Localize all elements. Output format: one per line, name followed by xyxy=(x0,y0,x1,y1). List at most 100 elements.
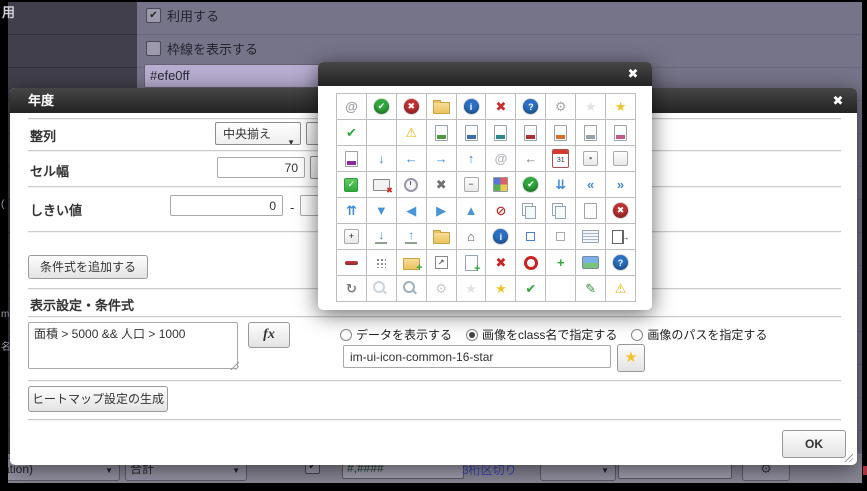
info-icon[interactable]: i xyxy=(457,94,486,119)
checkbox-on-icon[interactable]: ✓ xyxy=(337,172,366,197)
arrow-up-icon[interactable]: ↑ xyxy=(457,146,486,171)
square-blue-icon[interactable] xyxy=(516,224,545,249)
arrow-right-icon[interactable]: → xyxy=(427,146,456,171)
align-select[interactable]: 中央揃え▼ xyxy=(215,122,301,145)
radio-icon[interactable] xyxy=(340,329,352,341)
search-light-icon[interactable] xyxy=(367,276,396,301)
external-link-icon[interactable]: ↗ xyxy=(427,250,456,275)
upload-icon[interactable]: ↑ xyxy=(397,224,426,249)
button-empty-icon[interactable] xyxy=(606,146,635,171)
radio-icon[interactable] xyxy=(466,329,478,341)
grip-icon[interactable] xyxy=(367,250,396,275)
cell-width-input[interactable]: 70 xyxy=(217,157,305,178)
ok-button[interactable]: OK xyxy=(782,430,846,458)
close-grey-icon[interactable]: ✖ xyxy=(427,172,456,197)
generate-heatmap-button[interactable]: ヒートマップ設定の生成 xyxy=(28,386,168,412)
folder-icon[interactable] xyxy=(427,94,456,119)
double-up-icon[interactable]: ⇈ xyxy=(337,198,366,223)
doc-red-icon[interactable] xyxy=(516,120,545,145)
page-plus-icon[interactable] xyxy=(457,250,486,275)
condition-expression-textarea[interactable]: 面積 > 5000 && 人口 > 1000 xyxy=(28,322,238,369)
add-condition-button[interactable]: 条件式を追加する xyxy=(28,255,148,279)
info2-icon[interactable]: i xyxy=(486,224,515,249)
triangle-up-icon[interactable]: ▲ xyxy=(457,198,486,223)
arrow-left-grey-icon[interactable]: ← xyxy=(516,146,545,171)
plus-green-icon[interactable]: + xyxy=(546,250,575,275)
triangle-right-icon[interactable]: ▶ xyxy=(427,198,456,223)
close-icon[interactable]: ✖ xyxy=(829,92,847,110)
plus-button-icon[interactable]: + xyxy=(337,224,366,249)
checkbox-checked-icon[interactable]: ✔ xyxy=(146,8,161,23)
doc-blue-icon[interactable] xyxy=(457,120,486,145)
screen-remove-icon[interactable] xyxy=(367,172,396,197)
double-down-icon[interactable]: ⇊ xyxy=(546,172,575,197)
star-picker-button[interactable]: ★ xyxy=(617,344,645,372)
copy-icon[interactable] xyxy=(516,198,545,223)
triangle-left-icon[interactable]: ◀ xyxy=(397,198,426,223)
square-grey-icon[interactable] xyxy=(546,224,575,249)
arrow-left-icon[interactable]: ← xyxy=(397,146,426,171)
image-mode-radio[interactable]: 画像のパスを指定する xyxy=(631,326,767,343)
accept-icon[interactable]: ✔ xyxy=(367,94,396,119)
doc-chart-green-icon[interactable] xyxy=(427,120,456,145)
image-mode-radio[interactable]: データを表示する xyxy=(340,326,452,343)
clock-icon[interactable] xyxy=(397,172,426,197)
gear-icon[interactable]: ⚙ xyxy=(546,94,575,119)
calendar-icon[interactable]: 31 xyxy=(546,146,575,171)
help-icon[interactable]: ? xyxy=(516,94,545,119)
checkbox-empty-icon[interactable] xyxy=(146,41,161,56)
warning2-icon[interactable]: ⚠ xyxy=(606,276,635,301)
accept2-icon[interactable]: ✔ xyxy=(516,172,545,197)
arrow-down-icon[interactable]: ↓ xyxy=(367,146,396,171)
star2-icon[interactable]: ★ xyxy=(486,276,515,301)
block-icon[interactable]: ⊘ xyxy=(486,198,515,223)
search-icon[interactable] xyxy=(397,276,426,301)
doc-chart-color-icon[interactable] xyxy=(606,120,635,145)
download-icon[interactable]: ↓ xyxy=(367,224,396,249)
triangle-down-icon[interactable]: ▼ xyxy=(367,198,396,223)
o-red-icon[interactable] xyxy=(516,250,545,275)
folder-open-icon[interactable] xyxy=(427,224,456,249)
refresh-icon[interactable]: ↻ xyxy=(337,276,366,301)
double-right-icon[interactable]: » xyxy=(606,172,635,197)
border-checkbox-row[interactable]: 枠線を表示する xyxy=(146,39,258,58)
cancel2-icon[interactable]: ✖ xyxy=(606,198,635,223)
close-icon[interactable]: ✖ xyxy=(624,65,642,83)
image-mode-radio[interactable]: 画像をclass名で指定する xyxy=(466,326,617,343)
doc-text-icon[interactable] xyxy=(576,120,605,145)
exit-icon[interactable] xyxy=(606,224,635,249)
copy-light-icon[interactable] xyxy=(546,198,575,223)
help2-icon[interactable]: ? xyxy=(606,250,635,275)
double-left-icon[interactable]: « xyxy=(576,172,605,197)
trash-icon[interactable] xyxy=(367,120,396,145)
cancel-icon[interactable]: ✖ xyxy=(397,94,426,119)
delete-icon[interactable]: ✖ xyxy=(486,94,515,119)
gear-light-icon[interactable]: ⚙ xyxy=(427,276,456,301)
pencil-icon[interactable]: ✎ xyxy=(576,276,605,301)
page-icon[interactable] xyxy=(576,198,605,223)
threshold-from-input[interactable]: 0 xyxy=(170,195,283,216)
trash2-icon[interactable] xyxy=(546,276,575,301)
button-dot-icon[interactable]: ▪ xyxy=(576,146,605,171)
image-icon[interactable] xyxy=(576,250,605,275)
check2-icon[interactable]: ✔ xyxy=(516,276,545,301)
doc-image-icon[interactable] xyxy=(486,120,515,145)
x-red-icon[interactable]: ✖ xyxy=(486,250,515,275)
list-view-icon[interactable] xyxy=(576,224,605,249)
check-icon[interactable]: ✔ xyxy=(337,120,366,145)
attach-grey-icon[interactable]: @ xyxy=(486,146,515,171)
minus-red-icon[interactable] xyxy=(337,250,366,275)
attach-icon[interactable]: @ xyxy=(337,94,366,119)
folder-plus-icon[interactable] xyxy=(397,250,426,275)
radio-icon[interactable] xyxy=(631,329,643,341)
use-checkbox-row[interactable]: ✔ 利用する xyxy=(146,6,219,25)
zip-file-icon[interactable] xyxy=(337,146,366,171)
fx-button[interactable]: fx xyxy=(248,322,290,348)
palette-icon[interactable] xyxy=(486,172,515,197)
home-icon[interactable]: ⌂ xyxy=(457,224,486,249)
star-off2-icon[interactable]: ★ xyxy=(457,276,486,301)
minus-button-icon[interactable]: − xyxy=(457,172,486,197)
star-off-icon[interactable]: ★ xyxy=(576,94,605,119)
doc-chart-orange-icon[interactable] xyxy=(546,120,575,145)
icon-class-input[interactable]: im-ui-icon-common-16-star xyxy=(343,345,611,368)
